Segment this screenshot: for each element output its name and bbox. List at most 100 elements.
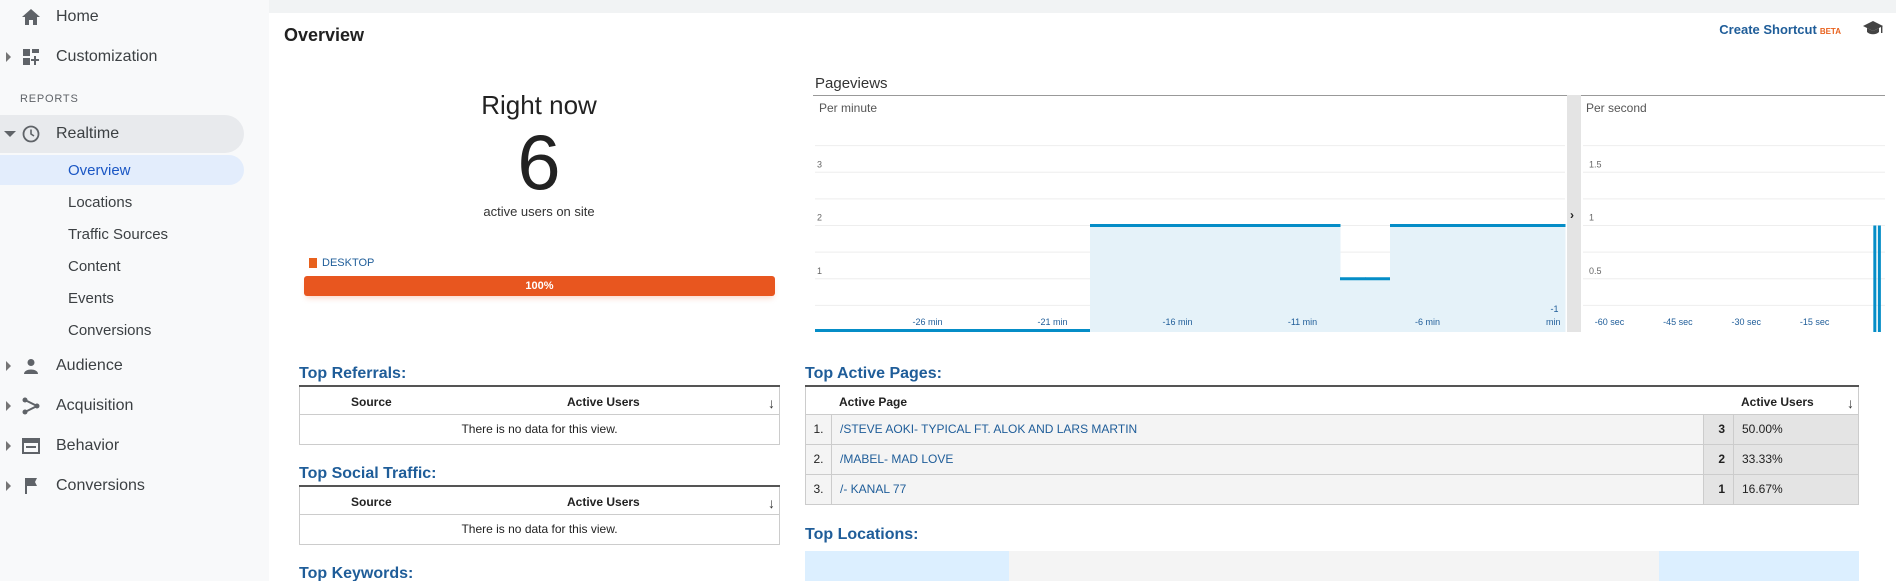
table-row: 1. /STEVE AOKI- TYPICAL FT. ALOK AND LAR… xyxy=(805,415,1859,445)
chevron-right-icon[interactable] xyxy=(6,481,11,491)
y-tick-label: 0.5 xyxy=(1589,266,1602,276)
top-active-pages-table: Active Page Active Users ↓ 1. /STEVE AOK… xyxy=(805,385,1859,505)
bar xyxy=(1440,224,1466,227)
x-tick-label: -15 sec xyxy=(1800,317,1830,327)
person-icon xyxy=(20,355,42,377)
page-link[interactable]: /STEVE AOKI- TYPICAL FT. ALOK AND LARS M… xyxy=(840,415,1137,444)
top-referrals-table: Source Active Users ↓ There is no data f… xyxy=(299,385,780,445)
home-icon xyxy=(20,6,42,28)
row-number: 2. xyxy=(806,445,832,474)
bar-area xyxy=(1515,225,1541,332)
dashboard-plus-icon xyxy=(20,46,42,68)
beta-badge: BETA xyxy=(1819,27,1841,36)
bar xyxy=(1065,329,1091,332)
bar xyxy=(1215,224,1241,227)
graduation-cap-icon[interactable] xyxy=(1862,20,1884,41)
sidebar-item-locations[interactable]: Locations xyxy=(0,187,244,217)
sidebar-item-conversions-realtime[interactable]: Conversions xyxy=(0,315,244,345)
table-row: 3. /- KANAL 77 1 16.67% xyxy=(805,475,1859,505)
active-page-column-header[interactable]: Active Page xyxy=(839,395,907,409)
chevron-right-icon[interactable] xyxy=(6,52,11,62)
desktop-percent-bar: 100% xyxy=(304,276,775,296)
row-number: 1. xyxy=(806,415,832,444)
bar xyxy=(1015,329,1041,332)
merge-arrows-icon xyxy=(20,395,42,417)
bar-area xyxy=(1440,225,1466,332)
reports-section-label: REPORTS xyxy=(20,93,79,105)
bar xyxy=(1415,224,1441,227)
bar-area xyxy=(1240,225,1266,332)
sort-arrow-icon[interactable]: ↓ xyxy=(768,495,775,511)
chevron-right-icon[interactable] xyxy=(6,441,11,451)
active-users-percent: 33.33% xyxy=(1733,445,1858,474)
per-second-chart: 0.5 1 1.5 -60 sec -45 sec -30 sec -15 sec xyxy=(1583,145,1885,332)
chevron-right-icon[interactable] xyxy=(6,401,11,411)
active-users-count: 3 xyxy=(1703,415,1733,444)
bar-area xyxy=(1190,225,1216,332)
y-tick-label: 3 xyxy=(817,159,822,169)
sidebar-item-traffic-sources[interactable]: Traffic Sources xyxy=(0,219,244,249)
sidebar-item-content[interactable]: Content xyxy=(0,251,244,281)
bar xyxy=(965,329,991,332)
sidebar-item-events[interactable]: Events xyxy=(0,283,244,313)
chevron-right-icon[interactable] xyxy=(6,361,11,371)
page-link[interactable]: /- KANAL 77 xyxy=(840,475,906,504)
empty-message: There is no data for this view. xyxy=(299,515,780,545)
sidebar-item-overview[interactable]: Overview xyxy=(0,155,244,185)
create-shortcut-link[interactable]: Create Shortcut BETA xyxy=(1719,22,1841,37)
chevron-right-icon[interactable]: › xyxy=(1570,208,1574,222)
pageviews-chart: Per minute Per second 1 2 3 -26 min -21 min -… xyxy=(813,95,1885,332)
bar xyxy=(865,329,891,332)
bar xyxy=(940,329,966,332)
active-users-percent: 50.00% xyxy=(1733,415,1858,444)
bar-area xyxy=(1490,225,1516,332)
locations-map[interactable] xyxy=(805,551,1859,581)
empty-message: There is no data for this view. xyxy=(299,415,780,445)
table-header: Source Active Users ↓ xyxy=(299,387,780,415)
map-landmass xyxy=(1009,551,1659,581)
desktop-swatch xyxy=(309,258,317,268)
bar-area xyxy=(1340,278,1366,332)
sort-arrow-icon[interactable]: ↓ xyxy=(1847,395,1854,411)
bar-area xyxy=(1390,225,1416,332)
right-now-panel: Right now 6 active users on site xyxy=(283,90,795,219)
chevron-down-icon[interactable] xyxy=(4,131,16,137)
x-tick-label: -1 xyxy=(1550,304,1558,314)
device-legend: DESKTOP xyxy=(309,257,374,269)
sidebar-item-label: Locations xyxy=(68,193,133,211)
top-social-title: Top Social Traffic: xyxy=(299,465,437,482)
bar xyxy=(1873,225,1877,332)
x-tick-label: -45 sec xyxy=(1663,317,1693,327)
x-tick-label: min xyxy=(1546,317,1561,327)
sidebar-item-label: Content xyxy=(68,257,121,275)
flag-icon xyxy=(20,475,42,497)
active-users-column-header[interactable]: Active Users xyxy=(567,395,640,409)
source-column-header[interactable]: Source xyxy=(351,395,392,409)
page-link[interactable]: /MABEL- MAD LOVE xyxy=(840,445,953,474)
sidebar-item-label: Customization xyxy=(56,48,158,65)
sidebar-item-label: Realtime xyxy=(56,125,120,142)
sort-arrow-icon[interactable]: ↓ xyxy=(768,395,775,411)
bar xyxy=(1340,277,1366,281)
bar xyxy=(1265,224,1291,227)
source-column-header[interactable]: Source xyxy=(351,495,392,509)
x-tick-label: -30 sec xyxy=(1732,317,1762,327)
top-keywords-title: Top Keywords: xyxy=(299,565,414,581)
browser-window-icon xyxy=(20,435,42,457)
bar xyxy=(1877,225,1881,332)
active-users-column-header[interactable]: Active Users xyxy=(1741,395,1814,409)
sidebar-item-label: Conversions xyxy=(56,477,145,494)
top-referrals-title: Top Referrals: xyxy=(299,365,407,382)
active-users-column-header[interactable]: Active Users xyxy=(567,495,640,509)
row-number: 3. xyxy=(806,475,832,504)
bar-area xyxy=(1265,225,1291,332)
table-header: Active Page Active Users ↓ xyxy=(805,387,1859,415)
bar xyxy=(1465,224,1491,227)
bar-area xyxy=(1215,225,1241,332)
bar-area xyxy=(1465,225,1491,332)
per-minute-chart: 1 2 3 -26 min -21 min -16 min -11 min -6 min -1 m… xyxy=(815,145,1566,332)
create-shortcut-label[interactable]: Create Shortcut xyxy=(1719,22,1817,37)
bar-area xyxy=(1315,225,1341,332)
table-header: Source Active Users ↓ xyxy=(299,487,780,515)
bar xyxy=(990,329,1016,332)
